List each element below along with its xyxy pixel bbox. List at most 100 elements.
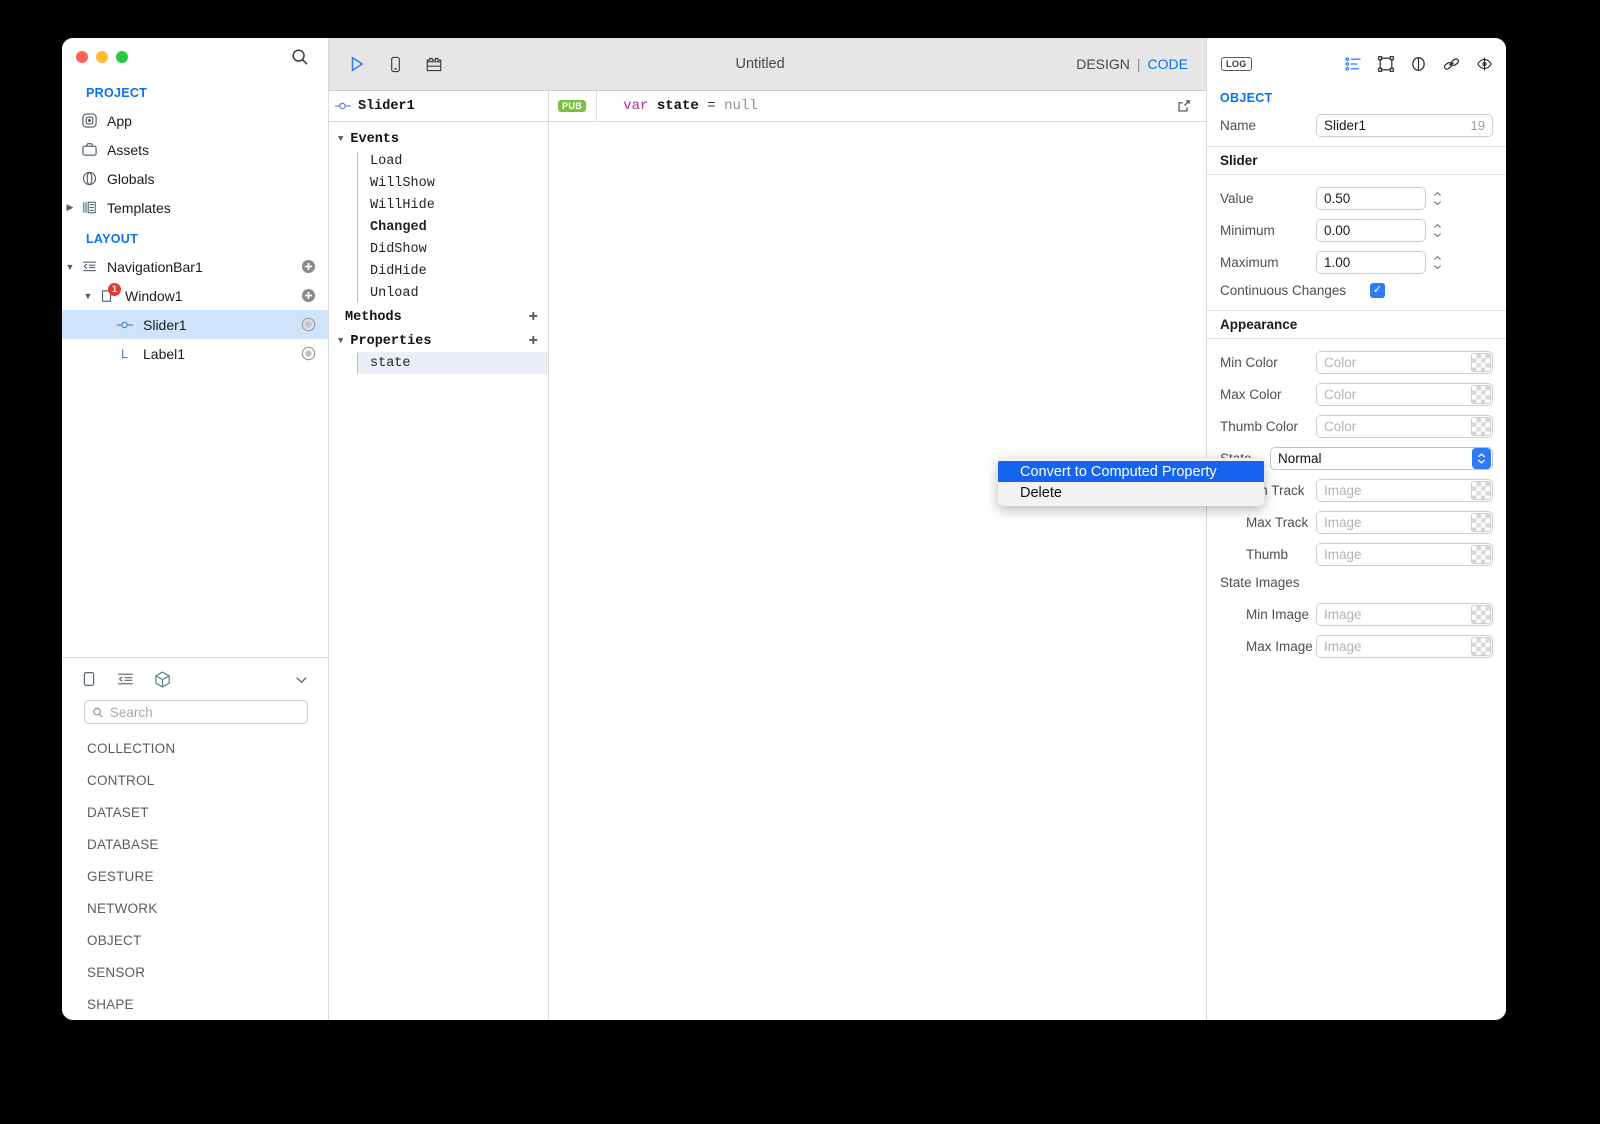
value-stepper[interactable] xyxy=(1430,187,1445,210)
max-image-input[interactable]: Image xyxy=(1316,635,1493,658)
disclosure-triangle[interactable]: ▼ xyxy=(338,336,343,346)
library-category[interactable]: NETWORK xyxy=(62,892,328,924)
sidebar-item-assets[interactable]: Assets xyxy=(62,135,328,164)
sidebar-item-slider1[interactable]: Slider1 xyxy=(62,310,328,339)
context-menu[interactable]: Convert to Computed Property Delete xyxy=(998,458,1264,506)
max-track-input[interactable]: Image xyxy=(1316,511,1493,534)
event-item[interactable]: Load xyxy=(357,150,548,172)
color-swatch[interactable] xyxy=(1471,353,1491,372)
event-item[interactable]: WillShow xyxy=(357,172,548,194)
minimize-button[interactable] xyxy=(96,51,108,63)
image-swatch[interactable] xyxy=(1471,513,1491,532)
image-swatch[interactable] xyxy=(1471,637,1491,656)
links-icon[interactable] xyxy=(1442,55,1461,73)
field-label: Value xyxy=(1220,191,1254,206)
add-icon[interactable] xyxy=(301,259,316,274)
sidebar-item-navigationbar1[interactable]: ▼ NavigationBar1 xyxy=(62,252,328,281)
library-category[interactable]: CONTROL xyxy=(62,764,328,796)
properties-list-icon[interactable] xyxy=(1344,55,1363,73)
sidebar-item-label: Globals xyxy=(107,170,155,187)
log-button[interactable]: LOG xyxy=(1221,57,1252,71)
min-image-input[interactable]: Image xyxy=(1316,603,1493,626)
field-label: Name xyxy=(1220,118,1257,133)
chevron-updown-icon[interactable] xyxy=(1472,448,1491,469)
disclosure-triangle[interactable]: ▶ xyxy=(62,202,78,213)
library-category[interactable]: SHAPE xyxy=(62,988,328,1020)
open-external-icon[interactable] xyxy=(1176,98,1192,114)
pane-icon[interactable] xyxy=(80,670,98,688)
property-item-state[interactable]: state xyxy=(357,352,548,374)
minimum-stepper[interactable] xyxy=(1430,219,1445,242)
chevron-down-icon[interactable] xyxy=(293,671,310,688)
min-color-input[interactable]: Color xyxy=(1316,351,1493,374)
list-icon[interactable] xyxy=(116,670,135,688)
zoom-button[interactable] xyxy=(116,51,128,63)
sidebar-item-label1[interactable]: Label1 xyxy=(62,339,328,368)
navigator-group-properties[interactable]: ▼ Properties + xyxy=(329,330,548,352)
play-icon[interactable] xyxy=(347,54,367,74)
event-item[interactable]: Unload xyxy=(357,282,548,304)
add-method-button[interactable]: + xyxy=(529,309,538,325)
cube-icon[interactable] xyxy=(153,670,172,689)
library-category[interactable]: SENSOR xyxy=(62,956,328,988)
add-property-button[interactable]: + xyxy=(529,333,538,349)
target-icon[interactable] xyxy=(301,346,316,361)
min-track-input[interactable]: Image xyxy=(1316,479,1493,502)
thumb-color-input[interactable]: Color xyxy=(1316,415,1493,438)
event-item[interactable]: Changed xyxy=(357,216,548,238)
event-item[interactable]: WillHide xyxy=(357,194,548,216)
continuous-changes-checkbox[interactable]: ✓ xyxy=(1370,283,1385,298)
library-category[interactable]: OBJECT xyxy=(62,924,328,956)
image-swatch[interactable] xyxy=(1471,481,1491,500)
name-input[interactable]: Slider1 19 xyxy=(1316,114,1493,137)
disclosure-triangle[interactable]: ▼ xyxy=(80,291,96,301)
image-swatch[interactable] xyxy=(1471,545,1491,564)
code-line[interactable]: PUB var state = null xyxy=(549,90,1206,122)
library-category[interactable]: GESTURE xyxy=(62,860,328,892)
error-badge: 1 xyxy=(108,282,121,296)
library-category[interactable]: COLLECTION xyxy=(62,732,328,764)
event-item[interactable]: DidShow xyxy=(357,238,548,260)
minimum-input[interactable]: 0.00 xyxy=(1316,219,1426,242)
sidebar-item-templates[interactable]: ▶ Templates xyxy=(62,193,328,222)
library-category[interactable]: DATABASE xyxy=(62,828,328,860)
image-swatch[interactable] xyxy=(1471,605,1491,624)
navigator-object-header[interactable]: Slider1 xyxy=(329,91,548,122)
tab-code[interactable]: CODE xyxy=(1148,56,1188,72)
navigator-group-events[interactable]: ▼ Events xyxy=(329,128,548,150)
maximum-stepper[interactable] xyxy=(1430,251,1445,274)
color-swatch[interactable] xyxy=(1471,385,1491,404)
sidebar-item-globals[interactable]: Globals xyxy=(62,164,328,193)
state-value: Normal xyxy=(1278,451,1322,466)
tab-design[interactable]: DESIGN xyxy=(1076,56,1130,72)
preview-icon[interactable] xyxy=(1475,55,1494,73)
traffic-lights[interactable] xyxy=(76,51,128,63)
field-label: Max Track xyxy=(1246,515,1309,530)
max-color-input[interactable]: Color xyxy=(1316,383,1493,406)
search-input[interactable] xyxy=(109,704,300,720)
code-editor[interactable]: PUB var state = null Convert to Computed… xyxy=(549,90,1264,1020)
phone-icon[interactable] xyxy=(386,55,405,74)
context-menu-item-convert[interactable]: Convert to Computed Property xyxy=(998,461,1264,482)
close-button[interactable] xyxy=(76,51,88,63)
thumb-input[interactable]: Image xyxy=(1316,543,1493,566)
context-menu-item-delete[interactable]: Delete xyxy=(998,482,1264,503)
blocks-icon[interactable] xyxy=(424,55,444,74)
appearance-icon[interactable] xyxy=(1409,55,1428,73)
maximum-input[interactable]: 1.00 xyxy=(1316,251,1426,274)
navigator-group-methods[interactable]: Methods + xyxy=(329,306,548,328)
disclosure-triangle[interactable]: ▼ xyxy=(62,262,78,272)
disclosure-triangle[interactable]: ▼ xyxy=(338,134,343,144)
state-select[interactable]: Normal xyxy=(1270,447,1493,470)
value-input[interactable]: 0.50 xyxy=(1316,187,1426,210)
library-search-box[interactable] xyxy=(84,700,308,724)
color-swatch[interactable] xyxy=(1471,417,1491,436)
event-item[interactable]: DidHide xyxy=(357,260,548,282)
sidebar-item-window1[interactable]: ▼ 1 Window1 xyxy=(62,281,328,310)
sidebar-item-app[interactable]: App xyxy=(62,106,328,135)
layout-frame-icon[interactable] xyxy=(1377,55,1395,73)
target-icon[interactable] xyxy=(301,317,316,332)
library-category[interactable]: DATASET xyxy=(62,796,328,828)
add-icon[interactable] xyxy=(301,288,316,303)
search-icon[interactable] xyxy=(290,47,310,67)
